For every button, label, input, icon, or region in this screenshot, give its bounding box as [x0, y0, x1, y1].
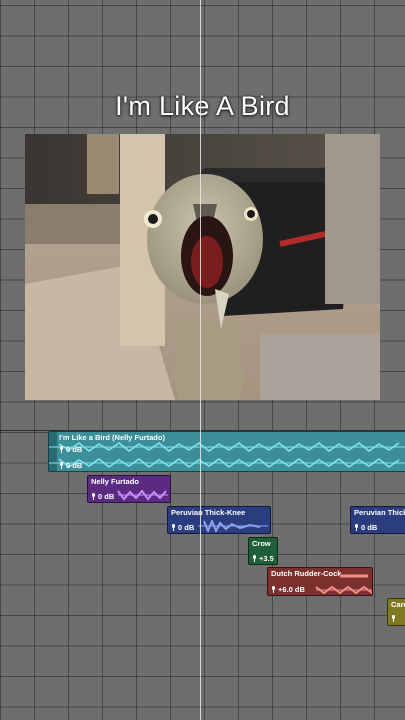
- clip-card-name: Card: [391, 600, 405, 609]
- clip-nelly-gain-label: 0 dB: [98, 492, 115, 501]
- video-preview[interactable]: [25, 134, 380, 400]
- playhead[interactable]: [200, 0, 201, 720]
- clip-main-gain-top: 0 dB: [59, 445, 82, 454]
- clip-thickknee2-gain: 0 dB: [354, 523, 377, 532]
- clip-peruvian-thick-knee[interactable]: Peruvian Thick-Knee 0 dB: [167, 506, 271, 534]
- microphone-icon: [391, 615, 396, 622]
- clip-thickknee1-gain-label: 0 dB: [178, 523, 195, 532]
- clip-main-waveform-bottom: [49, 458, 405, 468]
- microphone-icon: [171, 524, 176, 531]
- clip-rudder-gain: +6.0 dB: [271, 585, 305, 594]
- clip-thickknee1-name: Peruvian Thick-Knee: [171, 508, 246, 517]
- clip-nelly-furtado[interactable]: Nelly Furtado 0 dB: [87, 475, 171, 503]
- microphone-icon: [252, 555, 257, 562]
- clip-thickknee2-name: Peruvian Thick: [354, 508, 405, 517]
- clip-crow-name: Crow: [252, 539, 271, 548]
- clip-crow-gain-label: +3.5: [259, 554, 274, 563]
- bird-video-frame: [25, 134, 380, 400]
- microphone-icon: [59, 462, 64, 469]
- clip-peruvian-thick[interactable]: Peruvian Thick 0 dB: [350, 506, 405, 534]
- clip-card[interactable]: Card: [387, 598, 405, 626]
- clip-thickknee2-gain-label: 0 dB: [361, 523, 378, 532]
- clip-nelly-gain: 0 dB: [91, 492, 114, 501]
- clip-rudder-gain-label: +6.0 dB: [278, 585, 305, 594]
- clip-nelly-name: Nelly Furtado: [91, 477, 139, 486]
- clip-thickknee1-gain: 0 dB: [171, 523, 194, 532]
- clip-main-gain-top-label: 0 dB: [66, 445, 83, 454]
- clip-main-gain-bottom-label: 0 dB: [66, 461, 83, 470]
- microphone-icon: [91, 493, 96, 500]
- clip-main-song[interactable]: I'm Like a Bird (Nelly Furtado) 0 dB 0 d…: [48, 431, 405, 472]
- clip-card-gain: [391, 615, 396, 622]
- microphone-icon: [59, 446, 64, 453]
- clip-dutch-rudder-cock[interactable]: Dutch Rudder-Cock +6.0 dB: [267, 567, 373, 596]
- microphone-icon: [354, 524, 359, 531]
- clip-crow-gain: +3.5: [252, 554, 274, 563]
- clip-main-gain-bottom: 0 dB: [59, 461, 82, 470]
- microphone-icon: [271, 586, 276, 593]
- clip-crow[interactable]: Crow +3.5: [248, 537, 278, 565]
- clip-main-waveform-top: [49, 442, 405, 452]
- video-title: I'm Like A Bird: [115, 91, 290, 121]
